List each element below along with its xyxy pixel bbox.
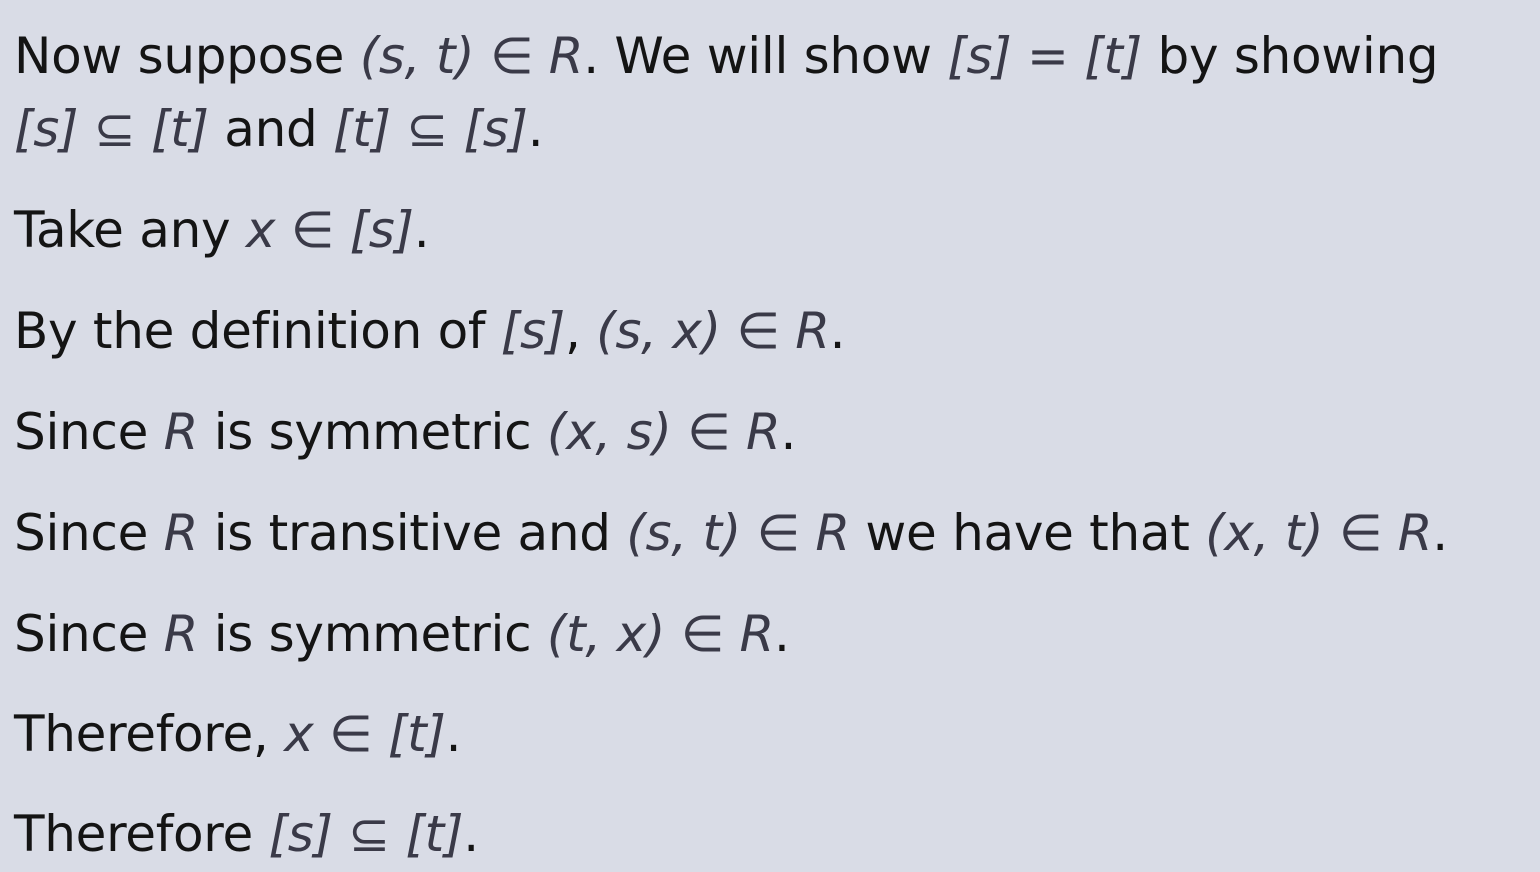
text: .: [829, 302, 846, 360]
proof-line-6: Since R is transitive and (s, t) ∈ R we …: [14, 508, 1448, 558]
proof-line-4: By the definition of [s], (s, x) ∈ R.: [14, 306, 846, 356]
text: we have that: [849, 504, 1206, 562]
math-expression: (s, t) ∈ R: [626, 504, 850, 562]
proof-line-2: [s] ⊆ [t] and [t] ⊆ [s].: [14, 104, 544, 154]
text: by showing: [1141, 27, 1439, 85]
text: is symmetric: [198, 605, 547, 663]
math-expression: (s, x) ∈ R: [596, 302, 830, 360]
text: .: [463, 805, 479, 863]
text: .: [445, 705, 462, 763]
math-expression: (s, t) ∈ R: [359, 27, 584, 85]
math-expression: [t] ⊆ [s]: [333, 100, 528, 158]
text: Therefore,: [14, 705, 285, 763]
math-expression: R: [163, 605, 199, 663]
proof-document: Now suppose (s, t) ∈ R. We will show [s]…: [0, 0, 1540, 872]
math-expression: x ∈ [s]: [245, 201, 414, 259]
text: .: [413, 201, 430, 259]
text: Take any: [14, 201, 246, 259]
text: ,: [564, 302, 597, 360]
text: .: [527, 100, 544, 158]
math-expression: (x, s) ∈ R: [546, 403, 781, 461]
text: By the definition of: [14, 302, 501, 360]
text: Now suppose: [14, 27, 360, 85]
text: is transitive and: [198, 504, 627, 562]
math-expression: [s]: [500, 302, 565, 360]
text: Since: [14, 605, 164, 663]
proof-line-7: Since R is symmetric (t, x) ∈ R.: [14, 609, 790, 659]
math-expression: R: [163, 403, 199, 461]
text: and: [208, 100, 334, 158]
text: is symmetric: [198, 403, 547, 461]
text: Therefore: [14, 805, 269, 863]
proof-line-1: Now suppose (s, t) ∈ R. We will show [s]…: [14, 31, 1439, 81]
text: Since: [14, 403, 164, 461]
proof-line-3: Take any x ∈ [s].: [14, 205, 430, 255]
proof-line-9: Therefore [s] ⊆ [t].: [14, 809, 479, 859]
text: .: [1432, 504, 1448, 562]
text: .: [780, 403, 797, 461]
math-expression: [s] = [t]: [947, 27, 1142, 85]
text: Since: [14, 504, 164, 562]
math-expression: [s] ⊆ [t]: [14, 100, 209, 158]
text: .: [774, 605, 790, 663]
math-expression: (x, t) ∈ R: [1205, 504, 1433, 562]
proof-line-8: Therefore, x ∈ [t].: [14, 709, 461, 759]
proof-line-5: Since R is symmetric (x, s) ∈ R.: [14, 407, 796, 457]
math-expression: [s] ⊆ [t]: [268, 805, 464, 863]
math-expression: (t, x) ∈ R: [546, 605, 774, 663]
math-expression: x ∈ [t]: [284, 705, 446, 763]
text: . We will show: [583, 27, 948, 85]
math-expression: R: [163, 504, 199, 562]
